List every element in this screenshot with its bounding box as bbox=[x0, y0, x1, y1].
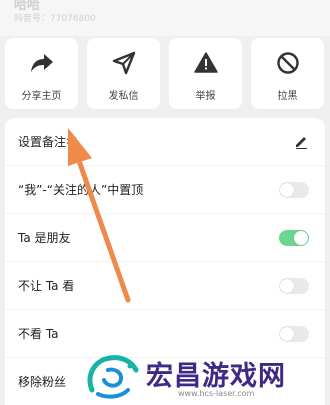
profile-id: 抖音号：77076800 bbox=[14, 14, 96, 24]
report-label: 举报 bbox=[195, 91, 216, 102]
send-plane-icon bbox=[112, 51, 136, 75]
report-button[interactable]: 举报 bbox=[169, 38, 242, 109]
send-message-label: 发私信 bbox=[108, 91, 139, 102]
watermark-brand: 宏昌游戏网 bbox=[146, 361, 286, 392]
setting-label-remove-fan: 移除粉丝 bbox=[18, 375, 67, 389]
toggle-knob bbox=[294, 231, 308, 245]
setting-row-pin: “我”-“关注的人”中置顶 bbox=[5, 166, 325, 214]
share-profile-label: 分享主页 bbox=[21, 91, 62, 102]
setting-label-pin: “我”-“关注的人”中置顶 bbox=[18, 183, 144, 197]
block-button[interactable]: 拉黑 bbox=[251, 38, 324, 109]
watermark-url: www.hcs-laser.com bbox=[178, 389, 255, 398]
profile-header: 哈哈 抖音号：77076800 bbox=[0, 0, 330, 36]
hide-from-toggle[interactable] bbox=[279, 278, 309, 294]
block-label: 拉黑 bbox=[277, 91, 298, 102]
mute-toggle[interactable] bbox=[279, 326, 309, 342]
setting-label-remark: 设置备注名 bbox=[18, 135, 79, 149]
setting-label-mute: 不看 Ta bbox=[18, 327, 59, 341]
toggle-knob bbox=[280, 327, 294, 341]
setting-row-remark[interactable]: 设置备注名 bbox=[5, 118, 325, 166]
setting-row-friend: Ta 是朋友 bbox=[5, 214, 325, 262]
warning-triangle-icon bbox=[194, 52, 218, 73]
setting-label-friend: Ta 是朋友 bbox=[18, 231, 71, 245]
toggle-knob bbox=[280, 183, 294, 197]
action-bar: 分享主页 发私信 举报 拉黑 bbox=[5, 38, 325, 110]
share-profile-button[interactable]: 分享主页 bbox=[5, 38, 78, 109]
pencil-icon[interactable] bbox=[293, 133, 309, 149]
block-icon bbox=[277, 52, 299, 74]
send-message-button[interactable]: 发私信 bbox=[87, 38, 160, 109]
setting-row-hide-from: 不让 Ta 看 bbox=[5, 262, 325, 310]
setting-label-hide-from: 不让 Ta 看 bbox=[18, 279, 75, 293]
toggle-knob bbox=[280, 279, 294, 293]
friend-toggle[interactable] bbox=[279, 230, 309, 246]
share-arrow-icon bbox=[31, 54, 53, 72]
watermark: 宏昌游戏网 www.hcs-laser.com bbox=[84, 350, 330, 405]
pin-toggle[interactable] bbox=[279, 182, 309, 198]
dragon-logo-icon bbox=[87, 355, 139, 399]
